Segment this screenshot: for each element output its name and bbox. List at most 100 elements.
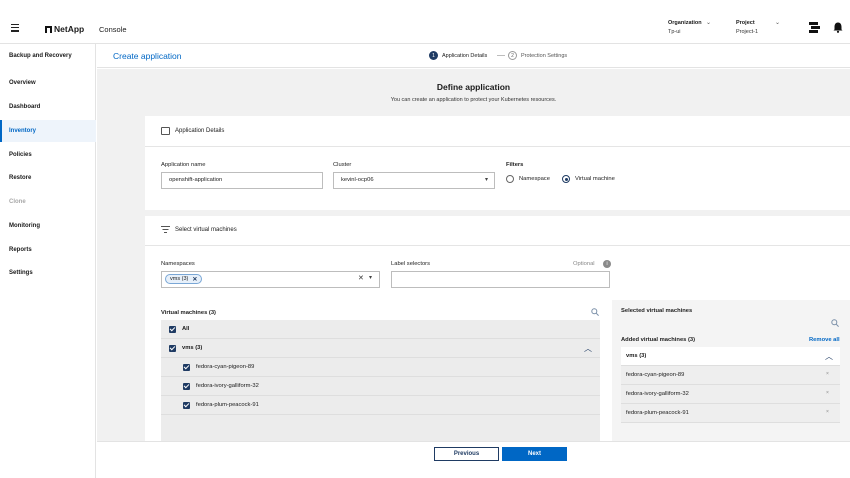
added-vms-title: Added virtual machines (3)	[621, 337, 696, 343]
selected-vm-row[interactable]: fedora-plum-peacock-91	[621, 404, 840, 423]
vm-name: fedora-cyan-pigeon-89	[196, 364, 255, 370]
next-button[interactable]: Next	[502, 447, 567, 461]
project-selector[interactable]: Project Project-1	[736, 20, 758, 35]
label-selectors-label: Label selectors	[391, 261, 430, 267]
namespaces-label: Namespaces	[161, 261, 195, 267]
divider	[145, 245, 850, 246]
application-name-label: Application name	[161, 162, 206, 168]
remove-vm-icon[interactable]: ×	[826, 409, 829, 415]
selected-group-row[interactable]: vms (3)	[621, 347, 840, 366]
vm-list-title: Virtual machines (3)	[161, 310, 216, 316]
netapp-logo-mark	[45, 25, 52, 33]
previous-button[interactable]: Previous	[434, 447, 499, 461]
application-details-card	[145, 116, 850, 210]
cluster-label: Cluster	[333, 162, 352, 168]
step-protection-settings[interactable]: 2 Protection Settings	[508, 51, 567, 60]
define-application-title: Define application	[436, 82, 511, 92]
chevron-down-icon[interactable]: ▾	[369, 274, 372, 281]
step-label: Application Details	[442, 52, 488, 59]
chip-remove-icon[interactable]: ✕	[192, 276, 197, 283]
selected-vm-row[interactable]: fedora-cyan-pigeon-89	[621, 366, 840, 385]
vm-row[interactable]: fedora-plum-peacock-91	[161, 396, 600, 415]
selected-vm-name: fedora-plum-peacock-91	[626, 410, 689, 416]
checkbox-checked[interactable]	[169, 325, 176, 333]
top-bar	[0, 0, 850, 44]
console-title: Console	[99, 25, 127, 34]
selected-group-label: vms (3)	[626, 353, 647, 359]
remove-vm-icon[interactable]: ×	[826, 390, 829, 396]
checkbox-checked[interactable]	[183, 401, 190, 409]
radio-label: Virtual machine	[575, 176, 615, 182]
filter-lines-icon	[161, 226, 170, 235]
checkbox-checked[interactable]	[183, 363, 190, 371]
sidebar-item-restore[interactable]: Restore	[0, 167, 96, 189]
cluster-select[interactable]: kevinl-ocp06 ▾	[333, 172, 495, 189]
sidebar-item-clone: Clone	[9, 199, 26, 205]
selected-vm-row[interactable]: fedora-ivory-galliform-32	[621, 385, 840, 404]
organization-selector[interactable]: Organization Tp-ui	[668, 20, 702, 35]
vm-name: fedora-ivory-galliform-32	[196, 383, 259, 389]
brand-name: NetApp	[54, 24, 85, 34]
vm-all-row[interactable]: All	[161, 320, 600, 339]
info-icon[interactable]: i	[603, 260, 611, 268]
radio-unchecked	[506, 175, 514, 183]
clear-icon[interactable]: ✕	[358, 274, 364, 282]
label-selectors-input[interactable]	[391, 271, 610, 288]
project-label: Project	[736, 20, 755, 26]
vm-group-row[interactable]: vms (3)	[161, 339, 600, 358]
application-name-input[interactable]: openshift-application	[161, 172, 323, 189]
sidebar-item-settings[interactable]: Settings	[0, 262, 96, 284]
radio-checked	[562, 175, 570, 183]
organization-value: Tp-ui	[668, 29, 681, 35]
chevron-up-icon[interactable]: ︿	[825, 351, 833, 362]
selected-vm-name: fedora-cyan-pigeon-89	[626, 372, 685, 378]
bell-icon[interactable]	[833, 22, 843, 35]
selected-vms-title: Selected virtual machines	[621, 308, 693, 314]
remove-all-link[interactable]: Remove all	[809, 337, 840, 343]
project-chevron-down-icon[interactable]: ⌄	[775, 19, 780, 26]
netapp-logo[interactable]: NetApp	[45, 24, 84, 34]
checkbox-checked[interactable]	[169, 344, 176, 352]
step-connector	[497, 55, 505, 56]
vm-group-label: vms (3)	[182, 345, 203, 351]
hamburger-menu-icon[interactable]	[11, 24, 19, 34]
application-grid-icon	[161, 127, 170, 135]
chevron-up-icon[interactable]: ︿	[584, 343, 592, 354]
vm-name: fedora-plum-peacock-91	[196, 402, 259, 408]
cluster-value: kevinl-ocp06	[341, 177, 374, 183]
application-details-title: Application Details	[175, 128, 225, 134]
step-number: 2	[508, 51, 517, 60]
page-title: Create application	[113, 51, 182, 61]
selected-vm-name: fedora-ivory-galliform-32	[626, 391, 689, 397]
sidebar-title: Backup and Recovery	[9, 53, 72, 59]
organization-label: Organization	[668, 20, 702, 26]
vm-row[interactable]: fedora-cyan-pigeon-89	[161, 358, 600, 377]
sidebar-item-inventory[interactable]: Inventory	[0, 120, 96, 142]
filters-label: Filters	[506, 162, 524, 168]
organization-chevron-down-icon[interactable]: ⌄	[706, 19, 711, 26]
chevron-down-icon: ▾	[484, 177, 488, 183]
project-value: Project-1	[736, 29, 759, 35]
search-icon[interactable]	[831, 319, 839, 329]
define-application-subtitle: You can create an application to protect…	[390, 97, 557, 103]
sidebar-item-reports[interactable]: Reports	[0, 239, 96, 261]
namespace-chip[interactable]: vms (3) ✕	[165, 274, 203, 284]
vm-row[interactable]: fedora-ivory-galliform-32	[161, 377, 600, 396]
optional-label: Optional	[573, 261, 595, 267]
search-icon[interactable]	[591, 308, 599, 318]
workspace-switcher-icon[interactable]	[809, 22, 820, 35]
sidebar-item-monitoring[interactable]: Monitoring	[0, 215, 96, 237]
step-application-details[interactable]: 1 Application Details	[429, 51, 487, 60]
remove-vm-icon[interactable]: ×	[826, 371, 829, 377]
select-vms-title: Select virtual machines	[175, 227, 237, 233]
step-label: Protection Settings	[521, 52, 568, 59]
sidebar-item-dashboard[interactable]: Dashboard	[0, 96, 96, 118]
filter-namespace-radio[interactable]: Namespace	[506, 175, 550, 183]
sidebar-item-overview[interactable]: Overview	[0, 72, 96, 94]
filter-virtual-machine-radio[interactable]: Virtual machine	[562, 175, 615, 183]
vm-all-label: All	[182, 326, 190, 332]
step-number: 1	[429, 51, 438, 60]
checkbox-checked[interactable]	[183, 382, 190, 390]
sidebar-item-policies[interactable]: Policies	[0, 144, 96, 166]
divider	[145, 146, 850, 147]
